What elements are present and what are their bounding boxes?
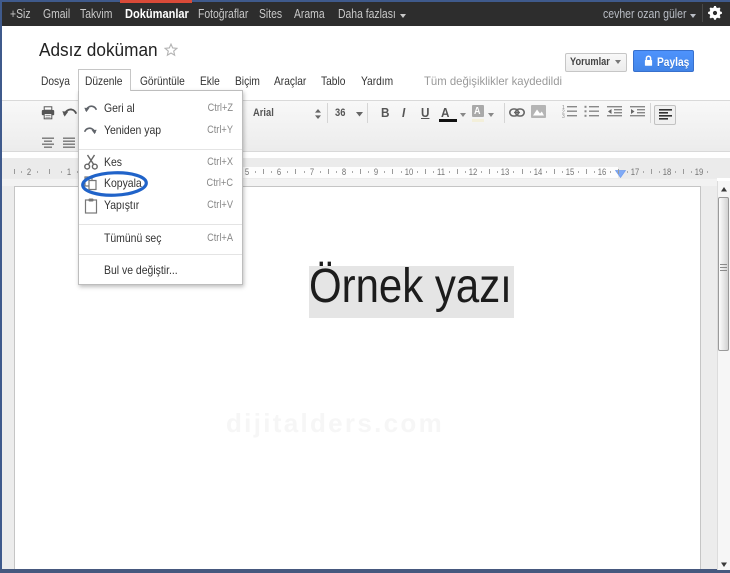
svg-text:3: 3 (562, 114, 565, 118)
